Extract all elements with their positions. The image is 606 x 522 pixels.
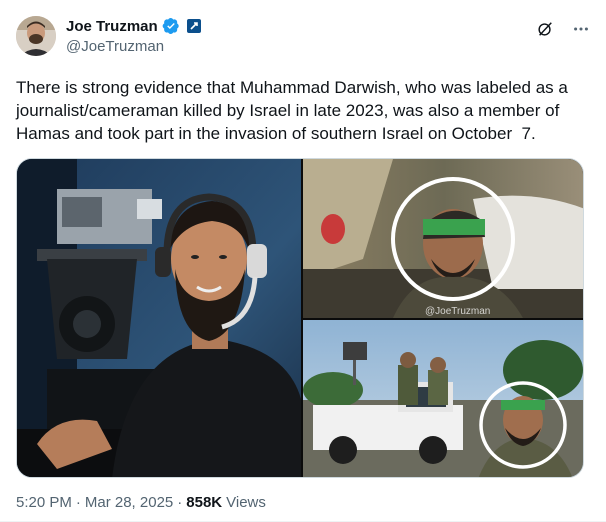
top-actions: [534, 18, 592, 40]
media-watermark: @JoeTruzman: [425, 306, 491, 317]
media-photo-headband[interactable]: @JoeTruzman: [303, 159, 583, 318]
affiliation-badge-icon[interactable]: [186, 18, 202, 34]
meta-separator: ·: [75, 494, 81, 511]
media-photo-truck[interactable]: [303, 320, 583, 477]
timestamp-time[interactable]: 5:20 PM: [16, 494, 72, 511]
avatar[interactable]: [16, 16, 56, 56]
handle[interactable]: @JoeTruzman: [66, 38, 202, 55]
display-name[interactable]: Joe Truzman: [66, 18, 158, 35]
meta-separator: ·: [177, 494, 183, 511]
views-count[interactable]: 858K: [186, 494, 222, 511]
media-grid: @JoeTruzman: [16, 158, 584, 478]
tweet-card[interactable]: Joe Truzman @JoeTruzman There is strong …: [0, 0, 606, 522]
verified-badge-icon[interactable]: [162, 17, 180, 35]
grok-icon[interactable]: [534, 18, 556, 40]
author-block: Joe Truzman @JoeTruzman: [66, 16, 202, 55]
tweet-meta: 5:20 PM · Mar 28, 2025 · 858K Views: [16, 494, 266, 511]
tweet-text: There is strong evidence that Muhammad D…: [16, 78, 573, 143]
views-label: Views: [226, 494, 266, 511]
avatar-image: [16, 16, 56, 56]
timestamp-date[interactable]: Mar 28, 2025: [85, 494, 173, 511]
more-icon[interactable]: [570, 18, 592, 40]
name-row: Joe Truzman: [66, 16, 202, 36]
media-photo-studio[interactable]: [17, 159, 301, 477]
